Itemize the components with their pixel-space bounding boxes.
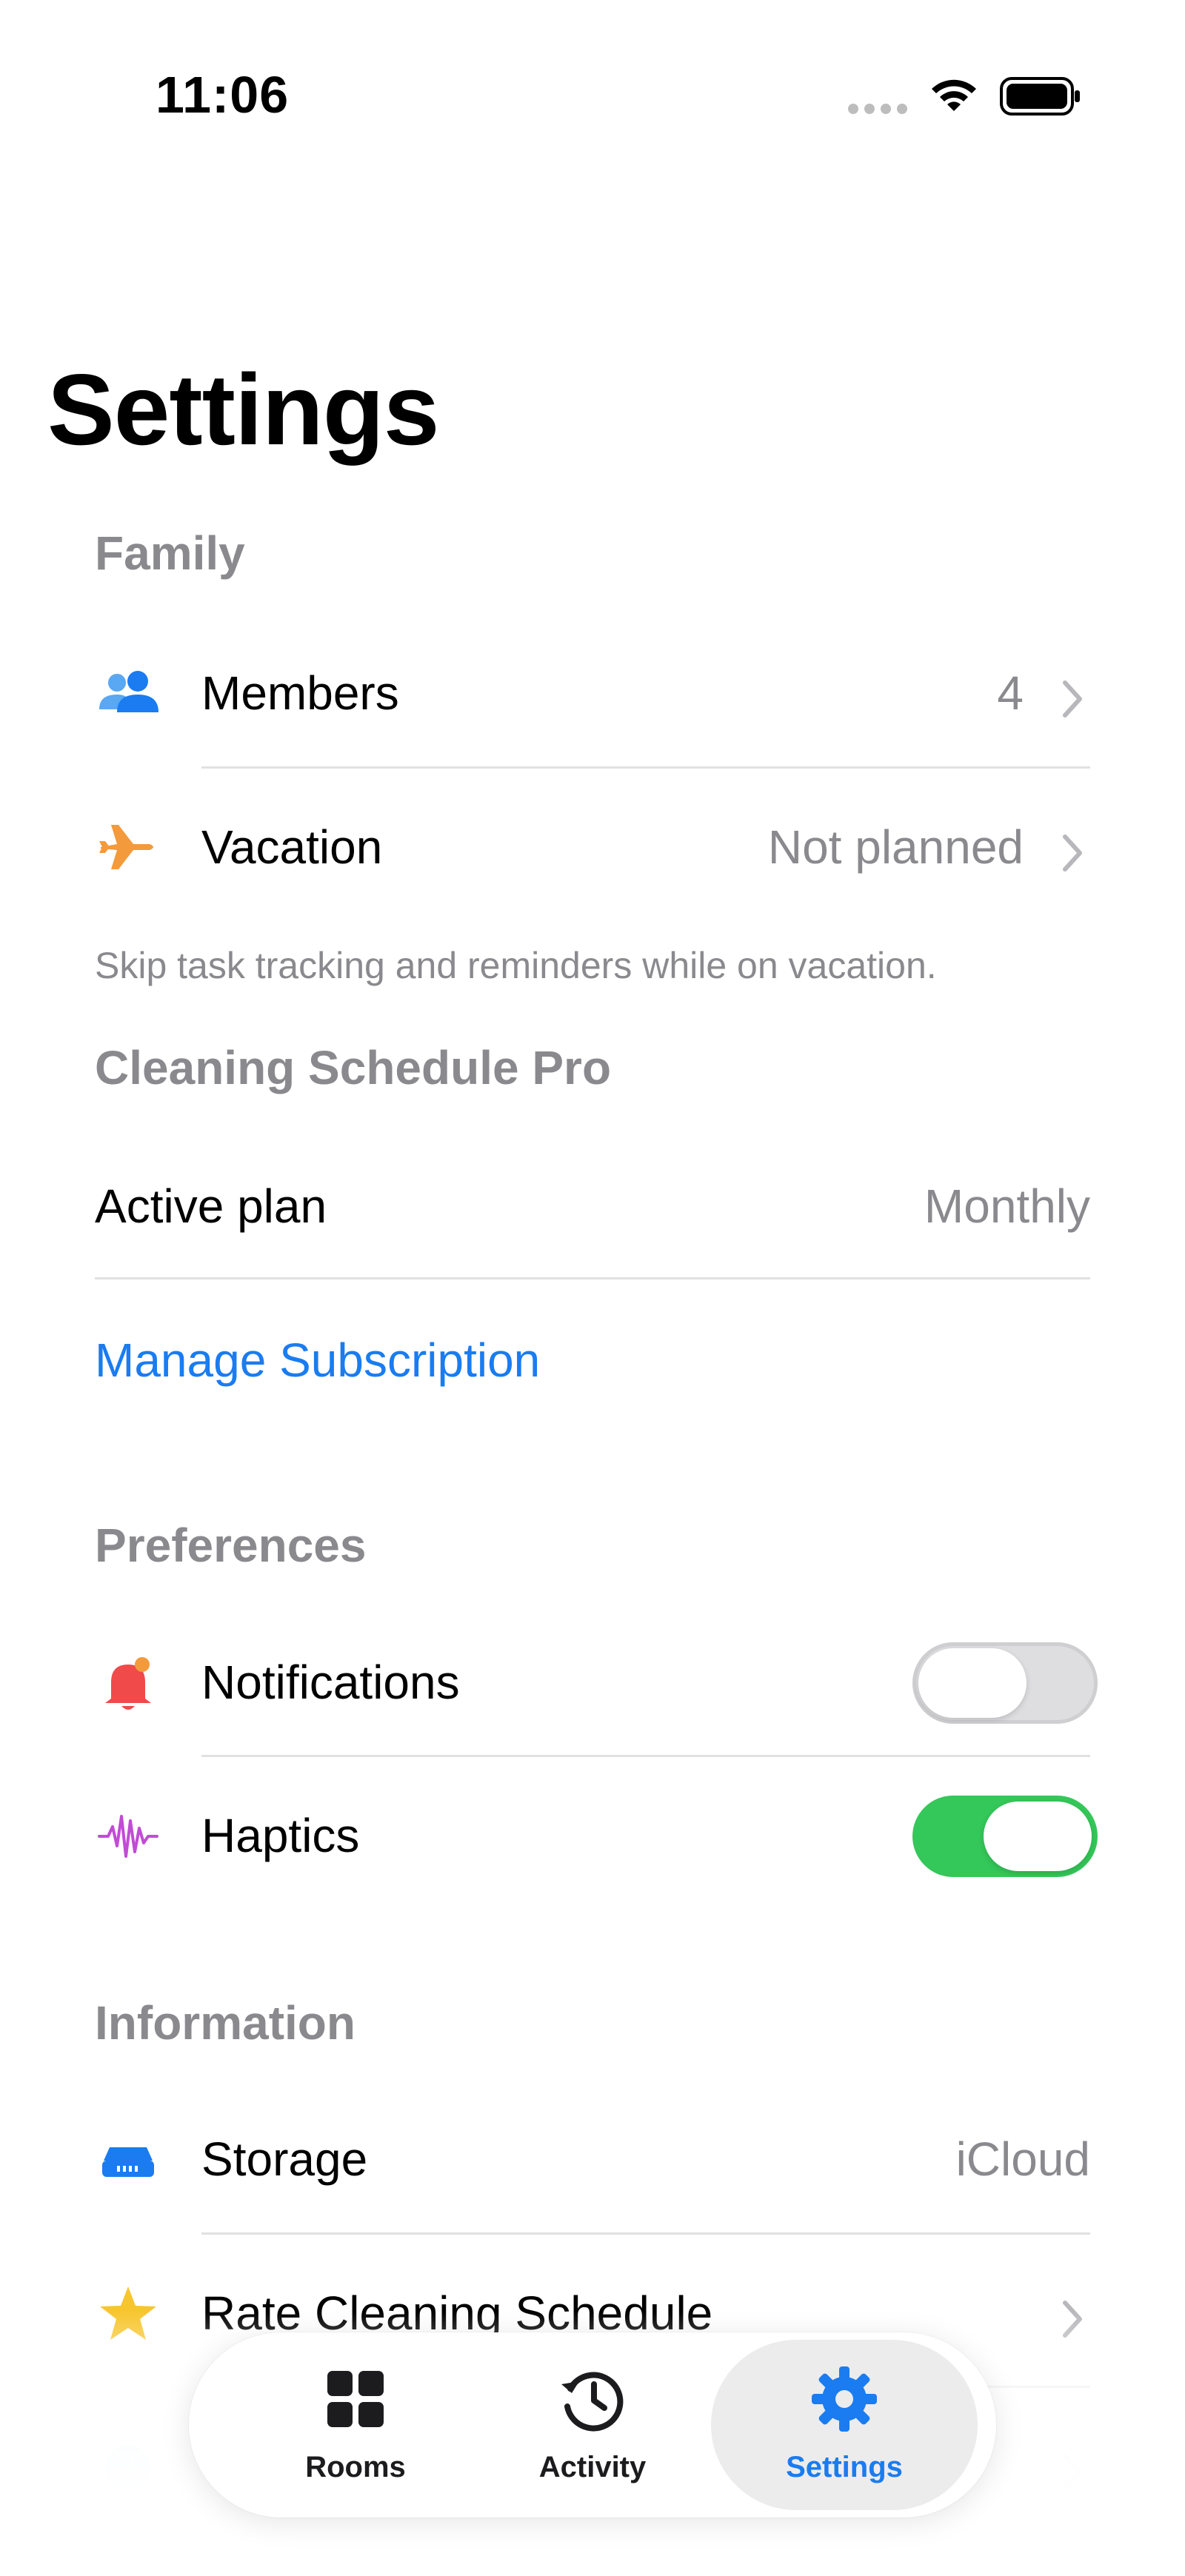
vacation-footnote: Skip task tracking and reminders while o… [95, 945, 937, 986]
cellular-signal-icon [848, 104, 907, 114]
status-time: 11:06 [156, 66, 290, 124]
tab-activity[interactable]: Activity [459, 2340, 726, 2510]
battery-icon [1000, 77, 1080, 116]
section-header-pro: Cleaning Schedule Pro [95, 1041, 612, 1094]
haptics-toggle[interactable] [912, 1796, 1098, 1877]
notifications-row: Notifications [95, 1605, 1098, 1757]
waveform-icon [98, 1815, 158, 1858]
section-header-preferences: Preferences [95, 1519, 367, 1572]
divider [95, 1277, 1090, 1279]
active-plan-label: Active plan [95, 1180, 327, 1233]
storage-label: Storage [201, 2132, 368, 2186]
grid-icon [327, 2371, 384, 2427]
page-title: Settings [47, 353, 439, 466]
storage-row: Storage iCloud [95, 2082, 1090, 2234]
tab-settings[interactable]: Settings [711, 2340, 978, 2510]
active-plan-row: Active plan Monthly [95, 1129, 1090, 1281]
tab-settings-label: Settings [786, 2451, 903, 2483]
manage-subscription-row[interactable]: Manage Subscription [95, 1283, 1090, 1435]
tab-rooms-label: Rooms [305, 2451, 406, 2483]
notifications-label: Notifications [201, 1656, 460, 1709]
haptics-label: Haptics [201, 1809, 360, 1862]
storage-value: iCloud [955, 2132, 1090, 2186]
members-count: 4 [997, 666, 1024, 720]
airplane-icon [99, 825, 153, 869]
members-row[interactable]: Members 4 [95, 616, 1090, 768]
notifications-toggle[interactable] [912, 1642, 1098, 1724]
status-bar: 11:06 [0, 0, 1185, 193]
vacation-row[interactable]: Vacation Not planned [95, 770, 1090, 922]
chevron-right-icon [1063, 834, 1082, 872]
active-plan-value: Monthly [924, 1180, 1090, 1233]
toggle-knob [984, 1801, 1092, 1871]
haptics-row: Haptics [95, 1759, 1098, 1910]
toggle-knob [918, 1648, 1027, 1718]
vacation-value: Not planned [767, 820, 1024, 874]
divider [201, 2232, 1090, 2235]
tab-rooms[interactable]: Rooms [222, 2340, 489, 2510]
storage-icon [102, 2147, 154, 2177]
section-header-information: Information [95, 1996, 356, 2050]
wifi-icon [932, 79, 976, 111]
history-icon [561, 2372, 624, 2432]
bell-icon [105, 1657, 151, 1710]
divider [201, 766, 1090, 769]
members-label: Members [201, 666, 399, 720]
tab-activity-label: Activity [538, 2451, 647, 2483]
divider [201, 1755, 1090, 1757]
section-header-family: Family [95, 526, 245, 580]
people-icon [99, 671, 158, 712]
vacation-label: Vacation [201, 820, 383, 874]
chevron-right-icon [1063, 680, 1082, 717]
tab-bar: Rooms Activity Settings [189, 2332, 996, 2518]
manage-subscription-link[interactable]: Manage Subscription [95, 1333, 540, 1388]
gear-icon [812, 2366, 877, 2432]
